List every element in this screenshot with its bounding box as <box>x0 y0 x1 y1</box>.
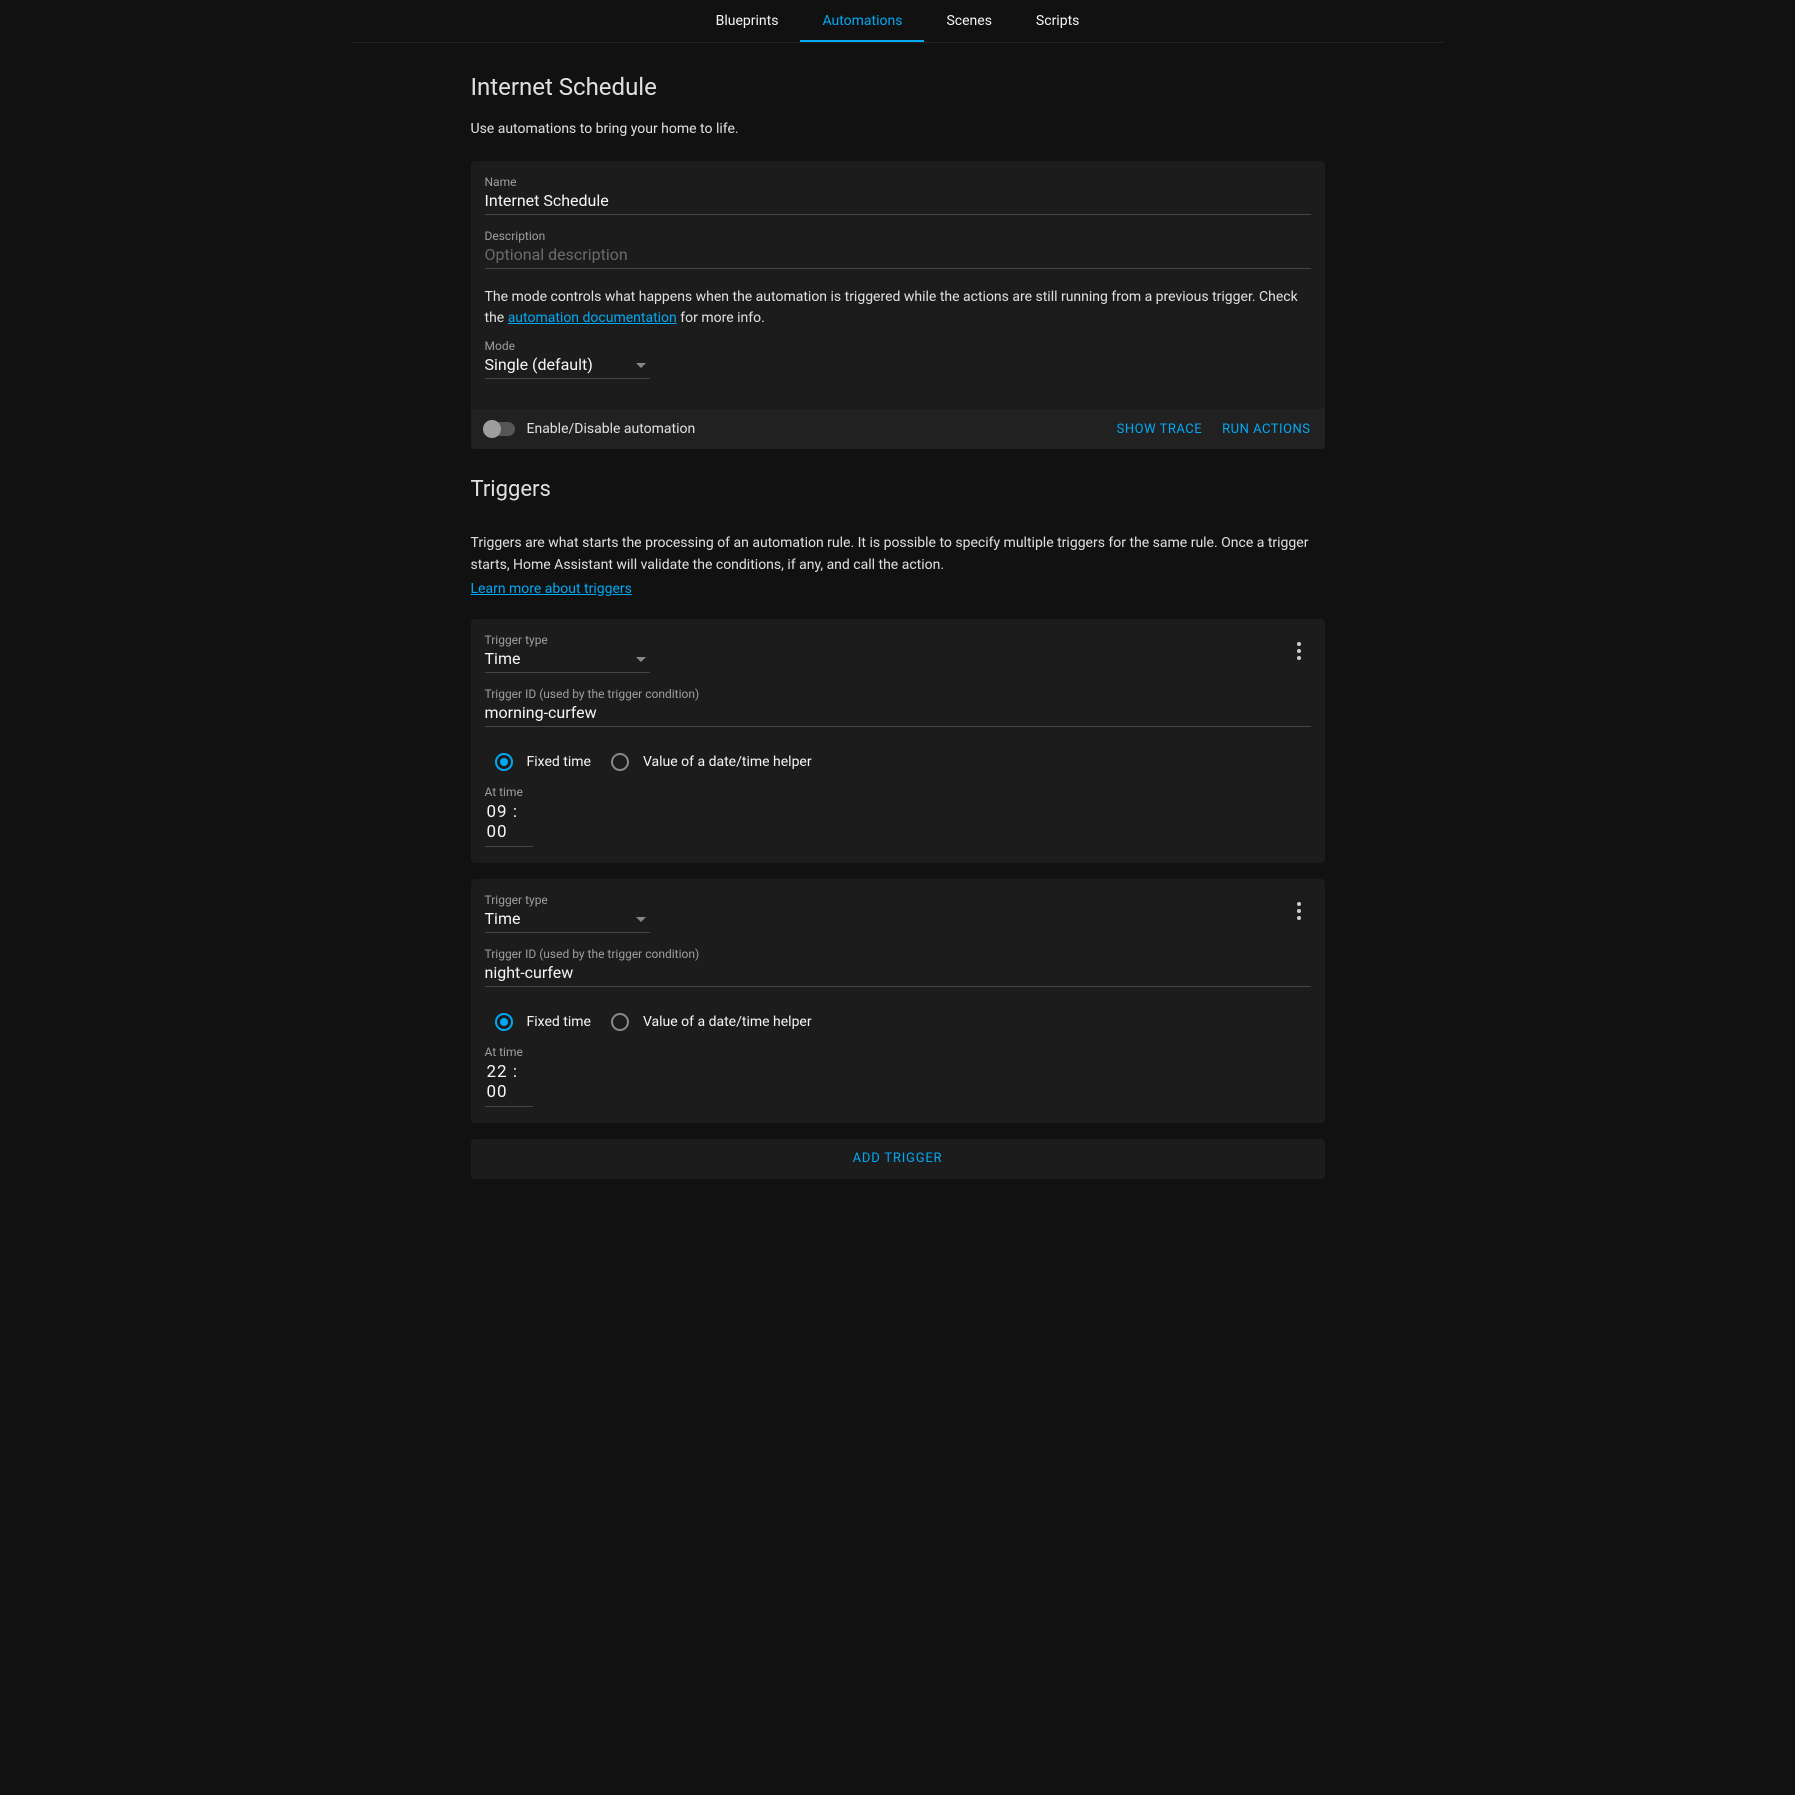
at-time-label: At time <box>485 785 1311 799</box>
at-time-input[interactable]: 22 : 00 <box>485 1059 533 1107</box>
mode-help-text: The mode controls what happens when the … <box>485 287 1311 329</box>
helper-label: Value of a date/time helper <box>643 1014 812 1030</box>
trigger-type-label: Trigger type <box>485 893 548 907</box>
helper-radio[interactable] <box>611 1013 629 1031</box>
tab-scripts[interactable]: Scripts <box>1014 0 1101 42</box>
trigger-menu-button[interactable] <box>1287 639 1311 663</box>
settings-card: Name Description The mode controls what … <box>471 161 1325 449</box>
fixed-time-label: Fixed time <box>527 1014 591 1030</box>
at-time-input[interactable]: 09 : 00 <box>485 799 533 847</box>
trigger-id-label: Trigger ID (used by the trigger conditio… <box>485 687 700 701</box>
enable-toggle-label: Enable/Disable automation <box>527 421 696 437</box>
tab-bar: Blueprints Automations Scenes Scripts <box>352 0 1444 43</box>
triggers-heading: Triggers <box>471 477 1325 502</box>
trigger-type-value: Time <box>485 647 521 672</box>
fixed-time-radio[interactable] <box>495 1013 513 1031</box>
tab-scenes[interactable]: Scenes <box>924 0 1013 42</box>
chevron-down-icon <box>636 917 646 922</box>
trigger-type-label: Trigger type <box>485 633 548 647</box>
chevron-down-icon <box>636 363 646 368</box>
trigger-id-input[interactable] <box>485 701 1311 726</box>
fixed-time-label: Fixed time <box>527 754 591 770</box>
triggers-learn-link[interactable]: Learn more about triggers <box>471 581 632 597</box>
run-actions-button[interactable]: RUN ACTIONS <box>1222 422 1310 437</box>
chevron-down-icon <box>636 657 646 662</box>
trigger-id-field[interactable]: Trigger ID (used by the trigger conditio… <box>485 687 1311 727</box>
trigger-type-select[interactable]: Trigger type Time <box>485 893 650 933</box>
mode-value: Single (default) <box>485 353 593 378</box>
helper-label: Value of a date/time helper <box>643 754 812 770</box>
trigger-type-select[interactable]: Trigger type Time <box>485 633 650 673</box>
trigger-menu-button[interactable] <box>1287 899 1311 923</box>
helper-radio[interactable] <box>611 753 629 771</box>
page-subtitle: Use automations to bring your home to li… <box>471 121 1325 137</box>
name-label: Name <box>485 175 517 189</box>
mode-select[interactable]: Mode Single (default) <box>485 339 650 379</box>
page-title: Internet Schedule <box>471 73 1325 101</box>
tab-blueprints[interactable]: Blueprints <box>694 0 801 42</box>
mode-label: Mode <box>485 339 515 353</box>
trigger-id-label: Trigger ID (used by the trigger conditio… <box>485 947 700 961</box>
triggers-description: Triggers are what starts the processing … <box>471 532 1325 577</box>
enable-toggle[interactable] <box>485 422 515 436</box>
trigger-id-field[interactable]: Trigger ID (used by the trigger conditio… <box>485 947 1311 987</box>
description-label: Description <box>485 229 546 243</box>
description-input[interactable] <box>485 243 1311 268</box>
trigger-card: Trigger type Time Trigger ID (used by th… <box>471 619 1325 863</box>
at-time-label: At time <box>485 1045 1311 1059</box>
add-trigger-button[interactable]: ADD TRIGGER <box>471 1139 1325 1179</box>
mode-doc-link[interactable]: automation documentation <box>508 310 677 326</box>
fixed-time-radio[interactable] <box>495 753 513 771</box>
description-field[interactable]: Description <box>485 229 1311 269</box>
show-trace-button[interactable]: SHOW TRACE <box>1117 422 1202 437</box>
trigger-card: Trigger type Time Trigger ID (used by th… <box>471 879 1325 1123</box>
tab-automations[interactable]: Automations <box>800 0 924 42</box>
name-input[interactable] <box>485 189 1311 214</box>
trigger-type-value: Time <box>485 907 521 932</box>
trigger-id-input[interactable] <box>485 961 1311 986</box>
name-field[interactable]: Name <box>485 175 1311 215</box>
